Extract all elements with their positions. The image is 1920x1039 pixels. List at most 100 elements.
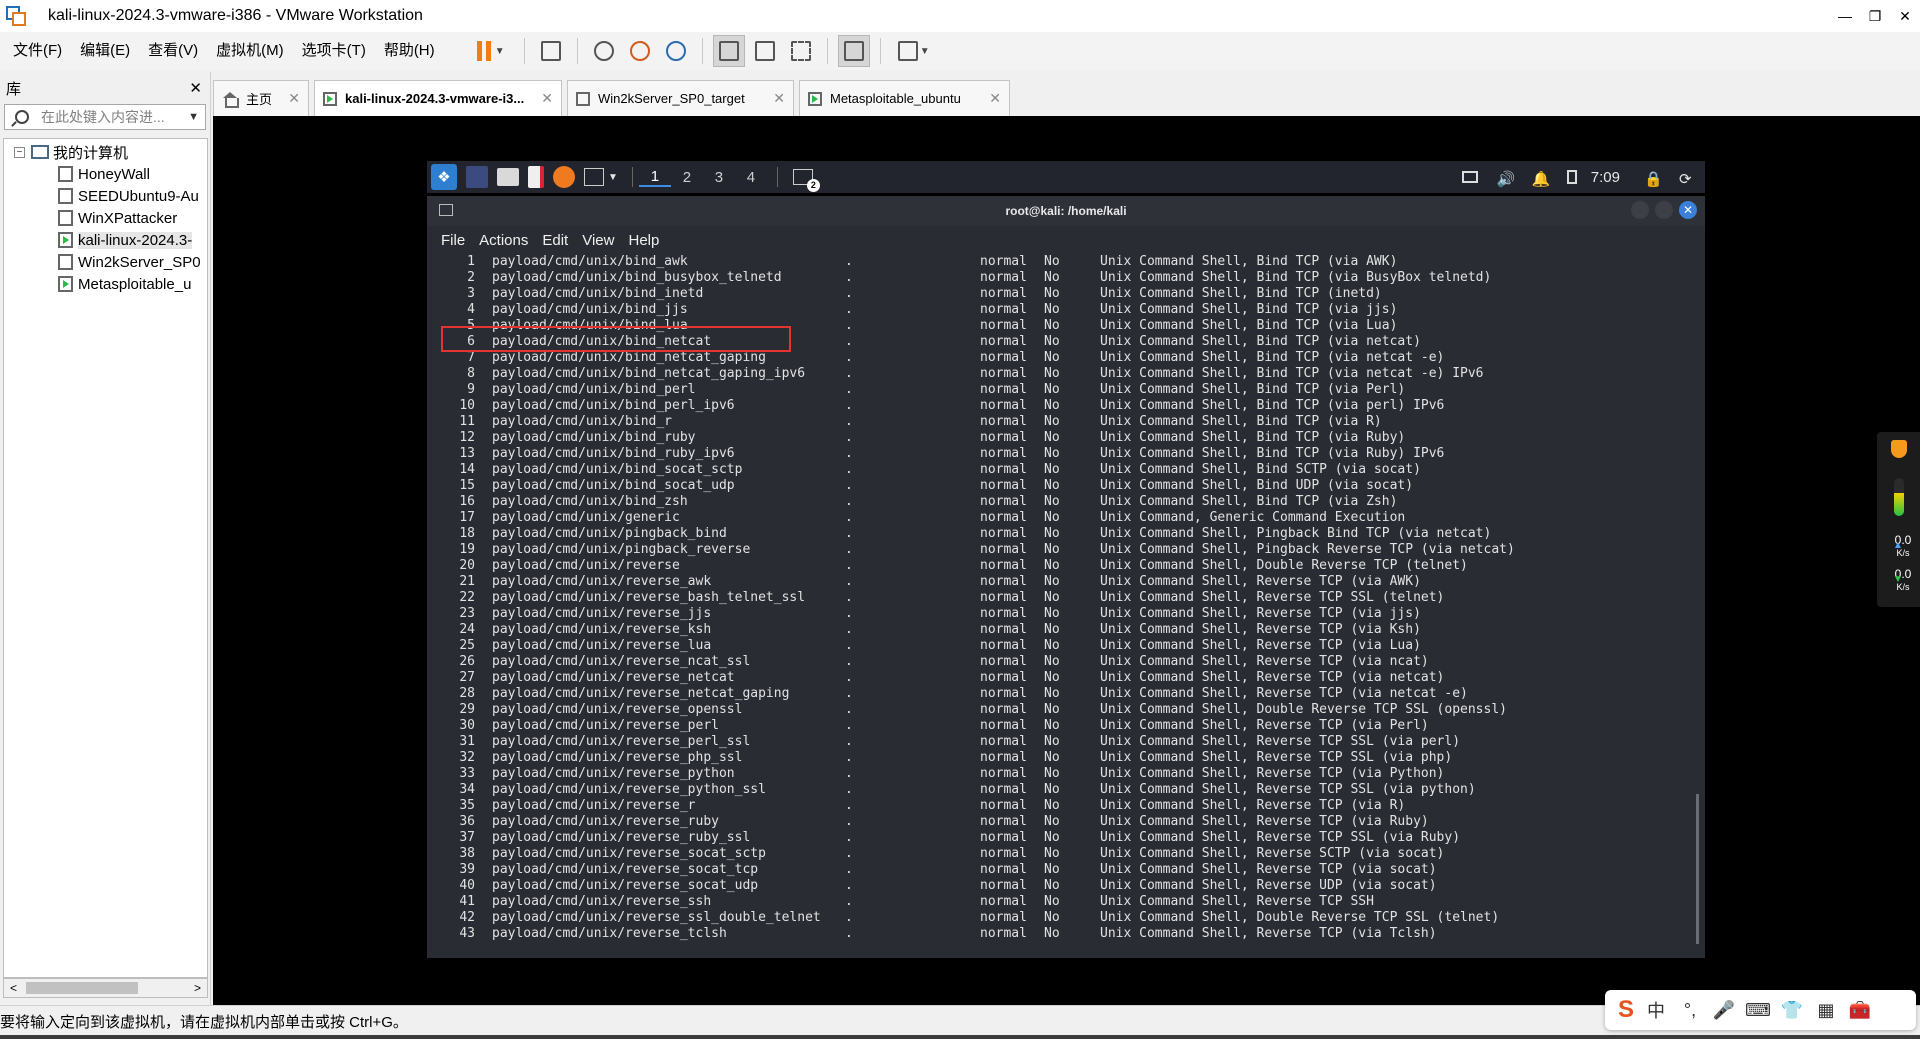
- cell-date: .: [845, 638, 853, 653]
- tree-item-metasploitable[interactable]: Metasploitable_u: [4, 273, 207, 295]
- close-tab-icon[interactable]: ✕: [989, 90, 1001, 107]
- library-hscrollbar[interactable]: < >: [3, 978, 208, 998]
- cell-rank: normal: [980, 894, 1027, 909]
- keyboard-icon[interactable]: ⌨: [1741, 1000, 1775, 1021]
- cell-check: No: [1044, 798, 1060, 813]
- mic-icon[interactable]: 🎤: [1707, 1000, 1741, 1021]
- maximize-terminal-icon[interactable]: [1655, 201, 1673, 219]
- tools-icon[interactable]: 🧰: [1843, 1000, 1877, 1021]
- text-editor-icon[interactable]: [528, 166, 544, 188]
- tree-item-honeywall[interactable]: HoneyWall: [4, 163, 207, 185]
- grid-icon[interactable]: ▦: [1809, 1000, 1843, 1021]
- show-thumbnail-button[interactable]: [749, 35, 781, 67]
- cell-rank: normal: [980, 318, 1027, 333]
- power-icon[interactable]: ⟳: [1679, 170, 1695, 188]
- tab-home[interactable]: 主页 ✕: [213, 80, 309, 116]
- terminal-menu-edit[interactable]: Edit: [542, 232, 568, 249]
- close-tab-icon[interactable]: ✕: [541, 90, 553, 107]
- ime-punctuation[interactable]: °,: [1673, 1000, 1707, 1021]
- terminal-scrollbar[interactable]: [1696, 794, 1699, 944]
- battery-icon[interactable]: [1566, 170, 1577, 184]
- pause-button[interactable]: ▼: [466, 35, 514, 67]
- tree-item-seedubuntu[interactable]: SEEDUbuntu9-Au: [4, 185, 207, 207]
- firefox-icon[interactable]: [553, 166, 575, 188]
- chevron-down-icon[interactable]: ▼: [608, 172, 618, 183]
- menu-edit[interactable]: 编辑(E): [71, 32, 139, 70]
- tab-kali[interactable]: kali-linux-2024.3-vmware-i3... ✕: [314, 80, 562, 116]
- collapse-icon[interactable]: −: [14, 146, 25, 158]
- revert-icon: [629, 41, 650, 61]
- restore-icon[interactable]: ❐: [1860, 0, 1890, 32]
- tree-item-kali[interactable]: kali-linux-2024.3-: [4, 229, 207, 251]
- console-view-button[interactable]: [837, 35, 870, 67]
- file-manager-icon[interactable]: [497, 168, 519, 186]
- scroll-thumb[interactable]: [26, 982, 138, 994]
- tree-root[interactable]: − 我的计算机: [4, 141, 207, 163]
- close-tab-icon[interactable]: ✕: [773, 90, 785, 107]
- workspace-1[interactable]: 1: [638, 168, 671, 187]
- cell-name: payload/cmd/unix/bind_perl_ipv6: [492, 398, 735, 413]
- cell-rank: normal: [980, 430, 1027, 445]
- terminal-menu-file[interactable]: File: [441, 232, 465, 249]
- sogou-logo-icon[interactable]: S: [1613, 997, 1639, 1023]
- terminal-output[interactable]: 1 payload/cmd/unix/bind_awk. normal No Unix …: [427, 254, 1705, 944]
- workspace-4[interactable]: 4: [735, 169, 767, 186]
- tab-metasploitable[interactable]: Metasploitable_ubuntu ✕: [799, 80, 1010, 116]
- workspace-3[interactable]: 3: [703, 169, 735, 186]
- menu-vm[interactable]: 虚拟机(M): [207, 32, 293, 70]
- menu-file[interactable]: 文件(F): [4, 32, 71, 70]
- volume-icon[interactable]: 🔊: [1497, 170, 1516, 188]
- snapshot-button[interactable]: [588, 35, 620, 67]
- skin-icon[interactable]: 👕: [1775, 1000, 1809, 1021]
- cell-rank: normal: [980, 686, 1027, 701]
- ime-chinese-mode[interactable]: 中: [1639, 997, 1673, 1023]
- ime-toolbar[interactable]: S 中 °, 🎤 ⌨ 👕 ▦ 🧰: [1605, 990, 1916, 1030]
- cell-num: 26: [459, 654, 475, 669]
- scroll-left-icon[interactable]: <: [10, 981, 17, 995]
- display-icon[interactable]: [1461, 171, 1478, 183]
- show-desktop-icon[interactable]: [466, 166, 488, 188]
- terminal-icon[interactable]: [584, 168, 604, 186]
- menu-help[interactable]: 帮助(H): [375, 32, 444, 70]
- tree-item-win2kserver[interactable]: Win2kServer_SP0: [4, 251, 207, 273]
- table-row: 32 payload/cmd/unix/reverse_php_ssl. norma…: [427, 750, 1705, 766]
- cell-desc: Unix Command Shell, Bind TCP (via BusyBo…: [1100, 270, 1492, 285]
- lock-icon[interactable]: 🔒: [1644, 170, 1663, 188]
- terminal-menu-view[interactable]: View: [582, 232, 614, 249]
- cell-desc: Unix Command Shell, Reverse TCP (via net…: [1100, 686, 1468, 701]
- stretch-button[interactable]: ▼: [891, 35, 937, 67]
- notification-bell-icon[interactable]: 🔔: [1532, 170, 1551, 188]
- tree-item-winxpattacker[interactable]: WinXPattacker: [4, 207, 207, 229]
- terminal-menu-help[interactable]: Help: [628, 232, 659, 249]
- minimize-terminal-icon[interactable]: [1631, 201, 1649, 219]
- workspace-2[interactable]: 2: [671, 169, 703, 186]
- cell-check: No: [1044, 302, 1060, 317]
- cell-desc: Unix Command Shell, Bind TCP (via Ruby): [1100, 430, 1406, 445]
- cell-date: .: [845, 926, 853, 941]
- minimize-icon[interactable]: —: [1830, 0, 1860, 32]
- chevron-down-icon[interactable]: ▼: [188, 111, 199, 123]
- close-tab-icon[interactable]: ✕: [288, 90, 300, 107]
- terminal-menu-actions[interactable]: Actions: [479, 232, 528, 249]
- panel-clock[interactable]: 7:09: [1591, 169, 1620, 186]
- close-icon[interactable]: ✕: [1890, 0, 1920, 32]
- scroll-right-icon[interactable]: >: [194, 981, 201, 995]
- kali-menu-icon[interactable]: ❖: [431, 164, 457, 190]
- cell-name: payload/cmd/unix/reverse_perl: [492, 718, 719, 733]
- full-screen-button[interactable]: [785, 35, 817, 67]
- revert-snapshot-button[interactable]: [624, 35, 656, 67]
- network-monitor-widget[interactable]: ▲ 0.0 K/s ▼ 0.0 K/s: [1877, 432, 1920, 607]
- tab-win2kserver[interactable]: Win2kServer_SP0_target ✕: [567, 80, 794, 116]
- snapshot-manager-button[interactable]: [660, 35, 692, 67]
- show-library-button[interactable]: [712, 35, 745, 67]
- close-terminal-icon[interactable]: ✕: [1679, 201, 1697, 219]
- menu-view[interactable]: 查看(V): [139, 32, 207, 70]
- terminal-window[interactable]: root@kali: /home/kali ✕ File Actions Edi…: [427, 196, 1705, 958]
- menu-tabs[interactable]: 选项卡(T): [293, 32, 375, 70]
- library-search-input[interactable]: 在此处键入内容进... ▼: [4, 104, 206, 130]
- cell-num: 34: [459, 782, 475, 797]
- close-library-icon[interactable]: ✕: [189, 79, 202, 97]
- taskbar-terminal-icon[interactable]: 2: [792, 169, 820, 192]
- cell-num: 29: [459, 702, 475, 717]
- send-ctrl-alt-del-button[interactable]: [535, 35, 567, 67]
